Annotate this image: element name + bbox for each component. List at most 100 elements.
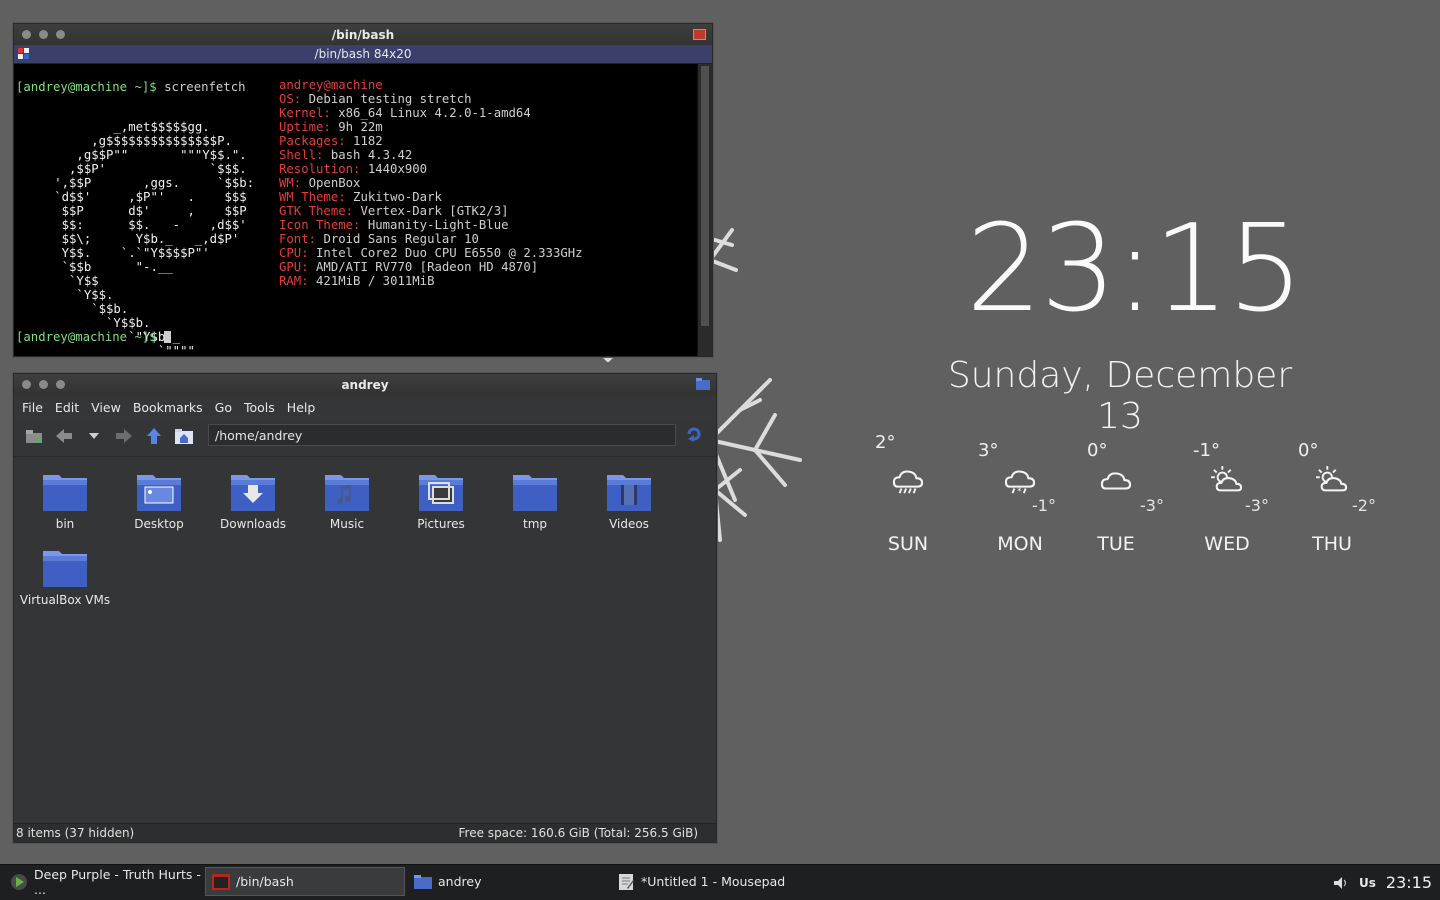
folder-icon [18, 471, 112, 513]
task-label: andrey [438, 874, 482, 889]
debian-ascii-logo: _,met$$$$$gg. ,g$$$$$$$$$$$$$$$P. ,g$$P"… [54, 120, 255, 358]
info-label: CPU: [279, 246, 309, 260]
terminal-scrollbar[interactable] [697, 64, 712, 356]
menu-item-tools[interactable]: Tools [240, 400, 283, 415]
partly-sunny-icon [1316, 466, 1348, 492]
terminal-titlebar[interactable]: /bin/bash [14, 24, 712, 45]
file-item-label: VirtualBox VMs [19, 593, 111, 607]
taskbar-item-media-player[interactable]: Deep Purple - Truth Hurts - ... [4, 867, 202, 897]
forecast-high-temp: 0° [1087, 440, 1108, 461]
forecast-high-temp: 0° [1298, 440, 1319, 461]
info-value: 1182 [353, 134, 383, 148]
forecast-high-temp: 2° [875, 432, 896, 453]
info-value: bash 4.3.42 [330, 148, 413, 162]
taskbar-item-terminal[interactable]: /bin/bash [205, 867, 405, 896]
up-arrow-icon[interactable] [142, 424, 166, 448]
info-value: OpenBox [308, 176, 361, 190]
system-info-line: Packages: 1182 [279, 134, 583, 148]
maximize-dot-button[interactable] [56, 380, 65, 389]
system-info-line: CPU: Intel Core2 Duo CPU E6550 @ 2.333GH… [279, 246, 583, 260]
file-manager-window[interactable]: andrey File Edit View Bookmarks Go Tools Help … [13, 373, 717, 843]
menu-item-edit[interactable]: Edit [51, 400, 87, 415]
file-item[interactable]: tmp [488, 471, 582, 531]
info-value: 9h 22m [338, 120, 383, 134]
status-bar: 8 items (37 hidden) Free space: 160.6 Gi… [14, 823, 716, 842]
new-tab-icon[interactable]: + [22, 424, 46, 448]
info-value: x86_64 Linux 4.2.0-1-amd64 [338, 106, 531, 120]
info-label: OS: [279, 92, 302, 106]
info-value: Zukitwo-Dark [353, 190, 442, 204]
close-dot-button[interactable] [22, 380, 31, 389]
forecast-day-thu: THU [1312, 533, 1352, 555]
info-label: Resolution: [279, 162, 361, 176]
folder-window-icon [696, 378, 710, 390]
system-info-line: OS: Debian testing stretch [279, 92, 583, 106]
forecast-high-temp: -1° [1193, 440, 1220, 461]
history-dropdown-icon[interactable] [82, 424, 106, 448]
info-label: Icon Theme: [279, 218, 361, 232]
terminal-tab[interactable]: /bin/bash 84x20 [14, 45, 712, 64]
back-arrow-icon[interactable] [52, 424, 76, 448]
file-item[interactable]: Desktop [112, 471, 206, 531]
minimize-dot-button[interactable] [39, 380, 48, 389]
terminal-window[interactable]: /bin/bash /bin/bash 84x20 [andrey@machin… [13, 23, 713, 358]
go-refresh-icon[interactable] [686, 426, 702, 446]
forecast-day-sun: SUN [887, 533, 929, 555]
file-item-label: Videos [609, 517, 649, 531]
info-value: Droid Sans Regular 10 [323, 232, 479, 246]
file-item-label: bin [55, 517, 75, 531]
toolbar: + /home/andrey [14, 419, 716, 453]
taskbar-item-mousepad[interactable]: *Untitled 1 - Mousepad [611, 867, 809, 896]
file-item-label: tmp [522, 517, 547, 531]
maximize-dot-button[interactable] [56, 30, 65, 39]
file-item[interactable]: Music [300, 471, 394, 531]
system-info: andrey@machine OS: Debian testing stretch… [279, 78, 583, 288]
file-item[interactable]: bin [18, 471, 112, 531]
forecast-day-wed: WED [1204, 533, 1250, 555]
info-label: GPU: [279, 260, 309, 274]
keyboard-layout[interactable]: Us [1359, 876, 1376, 890]
taskbar-clock[interactable]: 23:15 [1386, 873, 1432, 892]
forward-arrow-icon[interactable] [112, 424, 136, 448]
desktop-folder-icon [112, 471, 206, 513]
file-item-label: Downloads [220, 517, 286, 531]
text-editor-icon [619, 873, 634, 890]
info-label: Font: [279, 232, 317, 246]
info-value: AMD/ATI RV770 [Radeon HD 4870] [316, 260, 539, 274]
system-info-line: Uptime: 9h 22m [279, 120, 583, 134]
desktop-date: Sunday, December 13 [947, 355, 1293, 437]
file-item[interactable]: Videos [582, 471, 676, 531]
minimize-dot-button[interactable] [39, 30, 48, 39]
menu-item-file[interactable]: File [18, 400, 51, 415]
system-info-line: Shell: bash 4.3.42 [279, 148, 583, 162]
terminal-output[interactable]: [andrey@machine ~]$ screenfetch _,met$$$… [14, 64, 698, 358]
close-dot-button[interactable] [22, 30, 31, 39]
forecast-low-temp: -1° [1032, 496, 1056, 515]
menu-item-help[interactable]: Help [283, 400, 324, 415]
home-folder-icon[interactable] [172, 424, 196, 448]
file-item[interactable]: VirtualBox VMs [18, 547, 112, 607]
close-icon[interactable] [693, 29, 706, 40]
file-manager-titlebar[interactable]: andrey [14, 374, 716, 395]
system-info-line: Resolution: 1440x900 [279, 162, 583, 176]
forecast-low-temp: -3° [1245, 496, 1269, 515]
path-input[interactable]: /home/andrey [208, 424, 676, 446]
menu-item-go[interactable]: Go [211, 400, 240, 415]
file-item[interactable]: Pictures [394, 471, 488, 531]
info-value: 421MiB / 3011MiB [316, 274, 435, 288]
pictures-folder-icon [394, 471, 488, 513]
final-prompt: [andrey@machine ~]$ [16, 330, 172, 344]
system-info-line: Icon Theme: Humanity-Light-Blue [279, 218, 583, 232]
taskbar-item-file-manager[interactable]: andrey [408, 867, 608, 896]
system-tray: Us 23:15 [1333, 865, 1432, 900]
cursor [164, 331, 172, 343]
volume-icon[interactable] [1333, 876, 1349, 890]
info-label: Uptime: [279, 120, 331, 134]
folder-icon [488, 471, 582, 513]
folder-icon [18, 547, 112, 589]
file-item[interactable]: Downloads [206, 471, 300, 531]
menu-item-view[interactable]: View [87, 400, 129, 415]
menu-item-bookmarks[interactable]: Bookmarks [129, 400, 211, 415]
terminal-tab-icon [18, 48, 29, 59]
file-view[interactable]: bin Desktop Downloads Music Pictures tmp Video… [14, 456, 716, 824]
